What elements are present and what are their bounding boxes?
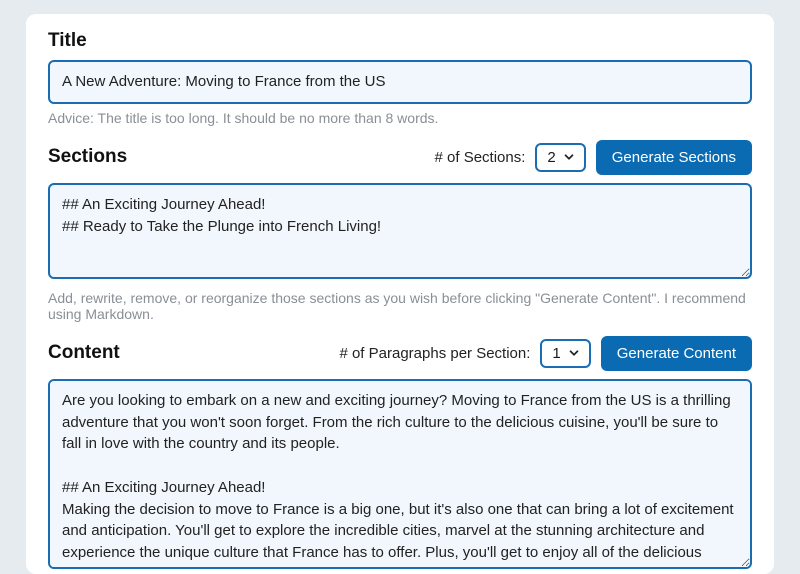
editor-card: Title Advice: The title is too long. It … [26, 14, 774, 574]
sections-count-select[interactable]: 2 [535, 143, 585, 172]
title-advice: Advice: The title is too long. It should… [48, 110, 752, 126]
content-label: Content [48, 342, 120, 364]
content-header-row: Content # of Paragraphs per Section: 1 G… [48, 336, 752, 371]
sections-count-label: # of Sections: [435, 149, 526, 166]
sections-controls: # of Sections: 2 Generate Sections [435, 140, 752, 175]
generate-sections-button[interactable]: Generate Sections [596, 140, 752, 175]
chevron-down-icon [562, 150, 576, 164]
paragraphs-count-label: # of Paragraphs per Section: [339, 345, 530, 362]
generate-content-button[interactable]: Generate Content [601, 336, 752, 371]
title-input[interactable] [48, 60, 752, 104]
sections-textarea[interactable] [48, 183, 752, 279]
sections-label: Sections [48, 146, 127, 168]
sections-header-row: Sections # of Sections: 2 Generate Secti… [48, 140, 752, 175]
sections-advice: Add, rewrite, remove, or reorganize thos… [48, 290, 752, 322]
title-label: Title [48, 30, 752, 52]
chevron-down-icon [567, 346, 581, 360]
content-controls: # of Paragraphs per Section: 1 Generate … [339, 336, 752, 371]
paragraphs-count-value: 1 [552, 345, 560, 362]
content-textarea[interactable] [48, 379, 752, 569]
paragraphs-count-select[interactable]: 1 [540, 339, 590, 368]
sections-count-value: 2 [547, 149, 555, 166]
